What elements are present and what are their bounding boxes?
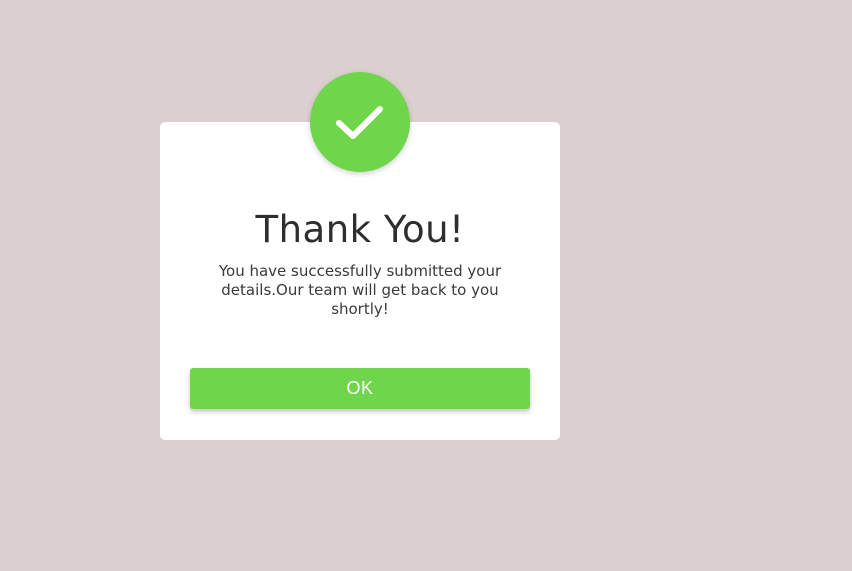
dialog-message: You have successfully submitted your det… (218, 262, 502, 318)
checkmark-icon (336, 106, 383, 139)
dialog-title: Thank You! (255, 208, 465, 251)
ok-button[interactable]: OK (190, 368, 530, 409)
success-badge (310, 72, 410, 172)
